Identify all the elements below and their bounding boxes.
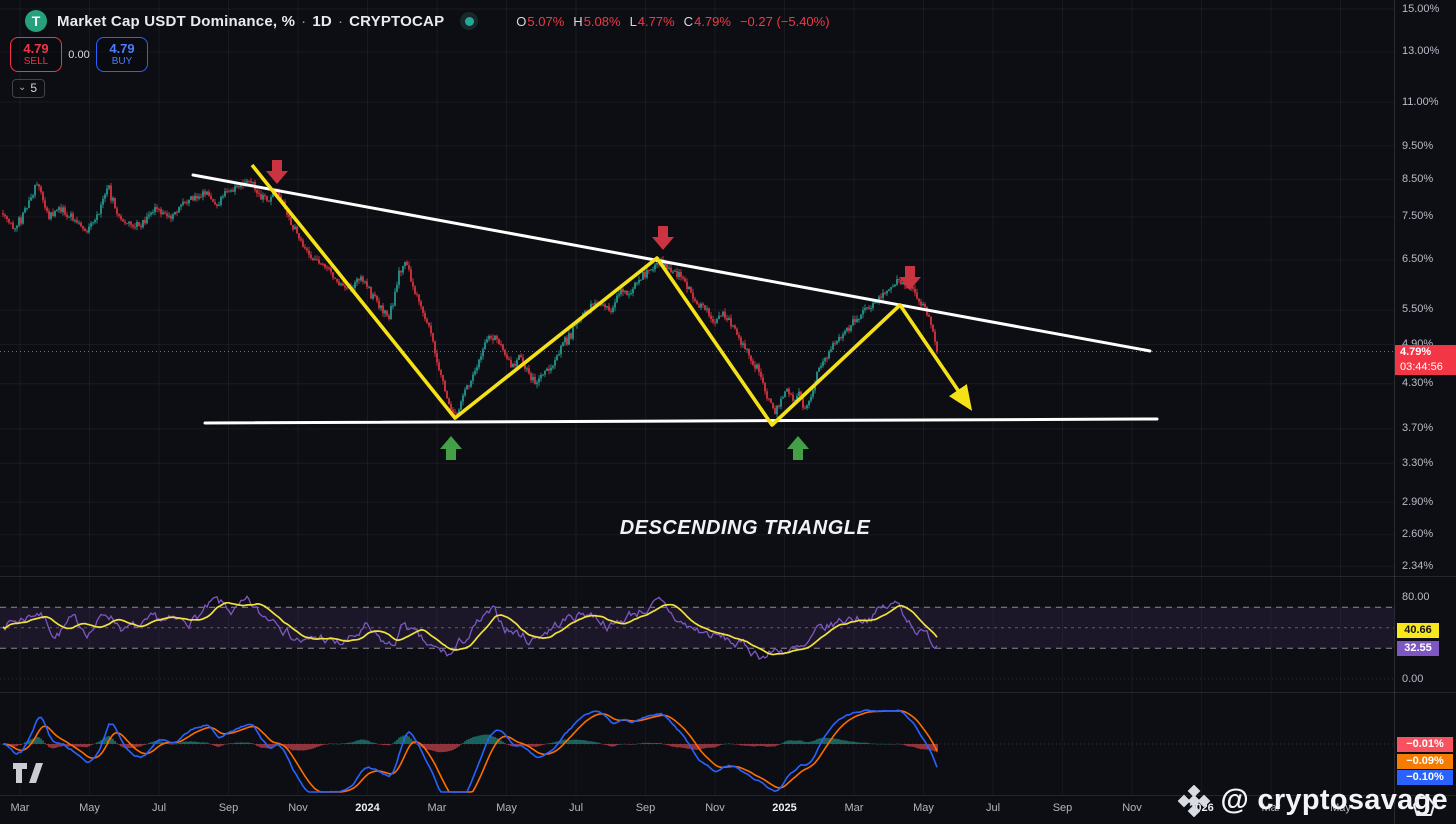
time-axis-month-label: Mar bbox=[11, 802, 30, 814]
arrow-up-marker bbox=[787, 436, 809, 460]
high-value: 5.08% bbox=[584, 14, 621, 29]
chevron-down-icon: ⌄ bbox=[18, 83, 26, 93]
price-axis-tick: 9.50% bbox=[1402, 140, 1433, 152]
macd-value-badge: −0.01% bbox=[1397, 737, 1453, 752]
buy-label: BUY bbox=[112, 56, 133, 67]
current-price: 4.79% bbox=[1400, 345, 1456, 360]
time-axis-year-label: 2025 bbox=[772, 802, 796, 814]
price-axis-tick: 8.50% bbox=[1402, 173, 1433, 185]
rsi-axis-tick: 80.00 bbox=[1402, 591, 1430, 603]
close-label: C bbox=[684, 14, 693, 29]
arrow-down-marker bbox=[266, 160, 288, 184]
price-axis-tick: 3.30% bbox=[1402, 457, 1433, 469]
tray-count: 5 bbox=[30, 81, 37, 95]
svg-text:T: T bbox=[32, 13, 41, 29]
open-value: 5.07% bbox=[527, 14, 564, 29]
sell-price: 4.79 bbox=[23, 42, 48, 56]
time-axis-month-label: Nov bbox=[288, 802, 308, 814]
time-axis-month-label: May bbox=[496, 802, 517, 814]
interval-label[interactable]: 1D bbox=[312, 13, 332, 30]
price-axis-tick: 11.00% bbox=[1402, 96, 1439, 108]
price-axis-tick: 13.00% bbox=[1402, 45, 1439, 57]
price-axis[interactable]: 4.79% 03:44:56 15.00% 13.00% 11.00% 9.50% 8.… bbox=[1394, 0, 1456, 824]
binance-diamond-icon bbox=[1177, 785, 1211, 817]
price-axis-tick: 2.90% bbox=[1402, 496, 1433, 508]
open-label: O bbox=[516, 14, 526, 29]
ohlc-values: O5.07% H5.08% L4.77% C4.79% −0.27 (−5.40… bbox=[516, 14, 829, 29]
price-axis-tick: 2.34% bbox=[1402, 560, 1433, 572]
sell-label: SELL bbox=[24, 56, 48, 67]
rsi-pane[interactable] bbox=[0, 576, 1394, 692]
low-value: 4.77% bbox=[638, 14, 675, 29]
current-price-badge: 4.79% 03:44:56 bbox=[1395, 345, 1456, 375]
pane-separator[interactable] bbox=[0, 576, 1456, 577]
price-pane[interactable] bbox=[0, 0, 1394, 576]
price-axis-tick: 5.50% bbox=[1402, 303, 1433, 315]
low-label: L bbox=[630, 14, 637, 29]
rsi-value-badge: 32.55 bbox=[1397, 641, 1439, 656]
arrow-down-marker bbox=[899, 266, 921, 290]
rsi-axis-tick: 0.00 bbox=[1402, 673, 1423, 685]
time-axis-month-label: Jul bbox=[152, 802, 166, 814]
time-axis-month-label: Mar bbox=[428, 802, 447, 814]
time-axis-month-label: Nov bbox=[1122, 802, 1142, 814]
price-axis-tick: 6.50% bbox=[1402, 253, 1433, 265]
market-status-dot-icon[interactable] bbox=[460, 12, 478, 30]
separator: · bbox=[301, 13, 306, 30]
time-axis-month-label: Mar bbox=[845, 802, 864, 814]
spread-value: 0.00 bbox=[62, 49, 96, 61]
symbol-legend[interactable]: T Market Cap USDT Dominance, % · 1D · CR… bbox=[24, 9, 830, 33]
time-axis-month-label: May bbox=[79, 802, 100, 814]
tradingview-chart-window: T Market Cap USDT Dominance, % · 1D · CR… bbox=[0, 0, 1456, 824]
time-axis-month-label: Jul bbox=[986, 802, 1000, 814]
price-axis-tick: 15.00% bbox=[1402, 3, 1439, 15]
time-axis-year-label: 2024 bbox=[355, 802, 379, 814]
time-axis-month-label: Jul bbox=[569, 802, 583, 814]
buy-price: 4.79 bbox=[109, 42, 134, 56]
exchange-label[interactable]: CRYPTOCAP bbox=[349, 13, 444, 30]
pattern-annotation-text: DESCENDING TRIANGLE bbox=[560, 517, 930, 540]
time-axis-month-label: Sep bbox=[1053, 802, 1073, 814]
arrow-down-marker bbox=[652, 226, 674, 250]
time-axis-month-label: Sep bbox=[219, 802, 239, 814]
tether-icon: T bbox=[24, 9, 48, 33]
hexagon-badge-icon bbox=[1412, 796, 1436, 818]
watermark: @ cryptosavage bbox=[1177, 784, 1448, 817]
tradingview-logo-icon[interactable] bbox=[13, 763, 47, 784]
price-axis-tick: 7.50% bbox=[1402, 210, 1433, 222]
object-tree-tray[interactable]: ⌄ 5 bbox=[12, 79, 45, 98]
trade-panel: 4.79 SELL 0.00 4.79 BUY bbox=[10, 37, 148, 72]
bar-countdown: 03:44:56 bbox=[1400, 360, 1456, 375]
separator: · bbox=[338, 13, 343, 30]
symbol-title[interactable]: Market Cap USDT Dominance, % bbox=[57, 13, 295, 30]
rsi-value-badge: 40.66 bbox=[1397, 623, 1439, 638]
pane-separator[interactable] bbox=[0, 692, 1456, 693]
price-axis-tick: 4.30% bbox=[1402, 377, 1433, 389]
price-axis-tick: 2.60% bbox=[1402, 528, 1433, 540]
price-axis-tick: 3.70% bbox=[1402, 422, 1433, 434]
time-axis-month-label: May bbox=[913, 802, 934, 814]
macd-pane[interactable] bbox=[0, 692, 1394, 795]
macd-value-badge: −0.10% bbox=[1397, 770, 1453, 785]
time-axis-month-label: Nov bbox=[705, 802, 725, 814]
sell-button[interactable]: 4.79 SELL bbox=[10, 37, 62, 72]
change-value: −0.27 (−5.40%) bbox=[740, 14, 830, 29]
time-axis-month-label: Sep bbox=[636, 802, 656, 814]
macd-value-badge: −0.09% bbox=[1397, 754, 1453, 769]
high-label: H bbox=[573, 14, 582, 29]
close-value: 4.79% bbox=[694, 14, 731, 29]
arrow-up-marker bbox=[440, 436, 462, 460]
buy-button[interactable]: 4.79 BUY bbox=[96, 37, 148, 72]
